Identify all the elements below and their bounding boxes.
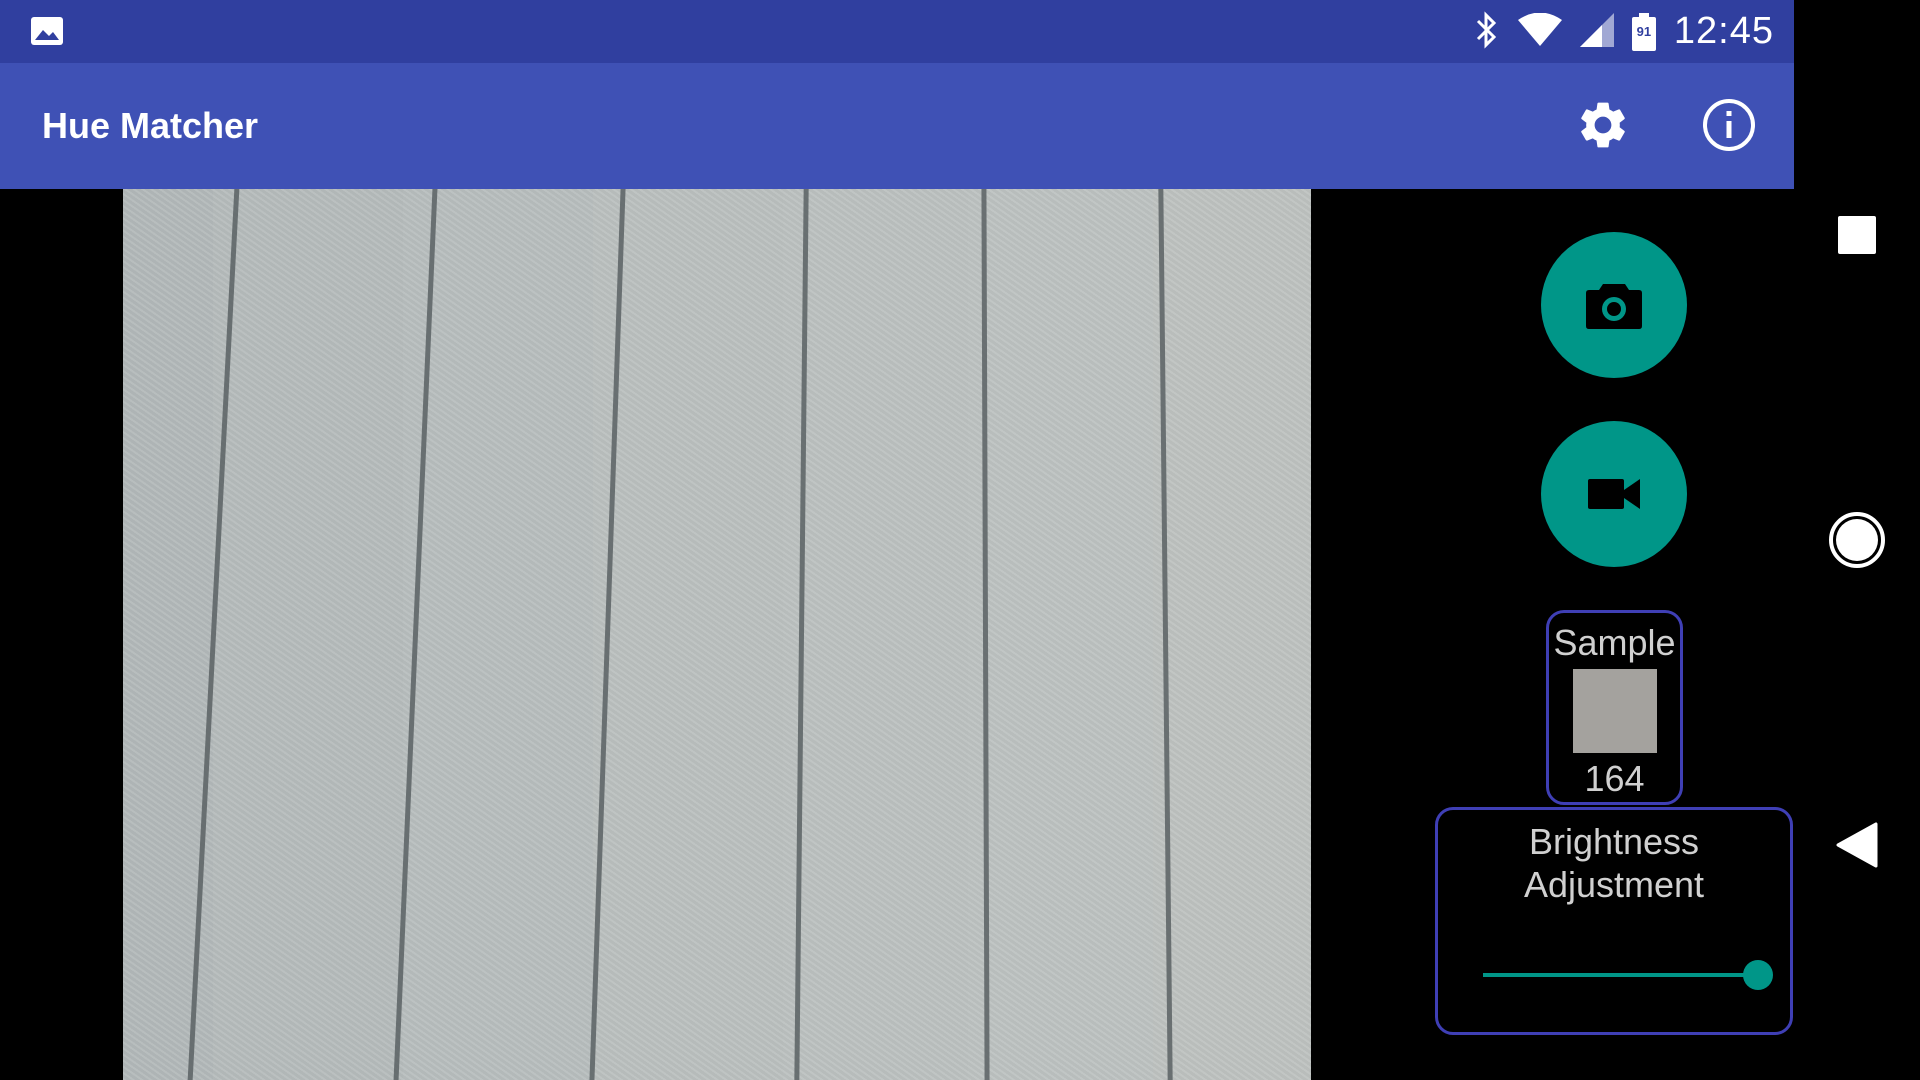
brightness-panel: Brightness Adjustment <box>1435 807 1793 1035</box>
signal-icon <box>1579 12 1614 51</box>
status-time: 12:45 <box>1673 10 1774 52</box>
home-icon <box>1829 512 1885 568</box>
camera-icon <box>1586 284 1642 329</box>
sample-swatch <box>1572 669 1657 753</box>
video-button[interactable] <box>1541 421 1687 567</box>
image-icon <box>30 16 64 46</box>
slider-thumb[interactable] <box>1743 960 1773 990</box>
bluetooth-icon <box>1474 10 1500 53</box>
navigation-bar <box>1794 0 1920 1080</box>
app-bar: Hue Matcher <box>0 63 1794 189</box>
info-button[interactable] <box>1697 93 1761 157</box>
slider-track <box>1483 973 1758 977</box>
brightness-slider[interactable] <box>1483 960 1773 990</box>
recents-icon <box>1838 216 1876 254</box>
back-icon <box>1836 822 1878 868</box>
brightness-label: Brightness Adjustment <box>1438 820 1790 906</box>
settings-button[interactable] <box>1571 93 1635 157</box>
videocam-icon <box>1588 479 1640 509</box>
brightness-label-line1: Brightness <box>1528 821 1700 862</box>
sample-label: Sample <box>1553 622 1676 663</box>
status-icons: 91 12:45 <box>1474 0 1774 63</box>
battery-level: 91 <box>1636 23 1652 39</box>
camera-preview[interactable] <box>123 189 1311 1080</box>
sample-panel: Sample 164 <box>1546 610 1683 805</box>
info-icon <box>1703 99 1755 151</box>
wifi-icon <box>1517 12 1562 51</box>
back-button[interactable] <box>1794 782 1920 908</box>
app-title: Hue Matcher <box>42 105 259 146</box>
battery-icon: 91 <box>1631 12 1656 51</box>
status-bar: 91 12:45 <box>0 0 1794 63</box>
recents-button[interactable] <box>1794 172 1920 298</box>
photo-button[interactable] <box>1541 232 1687 378</box>
wood-texture <box>123 189 1311 1080</box>
settings-icon <box>1581 102 1625 148</box>
home-button[interactable] <box>1794 477 1920 603</box>
sample-value: 164 <box>1584 758 1645 799</box>
brightness-label-line2: Adjustment <box>1523 864 1705 905</box>
